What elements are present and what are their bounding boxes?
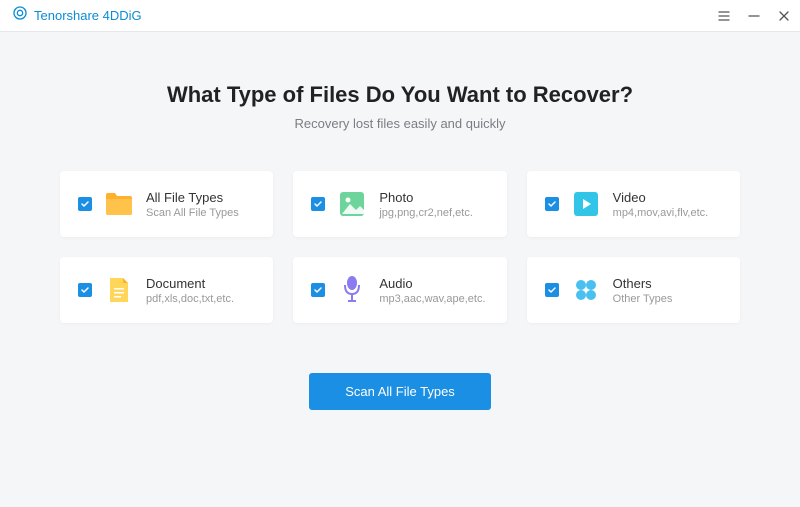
card-subtitle: Other Types <box>613 293 673 305</box>
card-title: All File Types <box>146 190 239 205</box>
card-subtitle: pdf,xls,doc,txt,etc. <box>146 293 234 305</box>
card-photo[interactable]: Photo jpg,png,cr2,nef,etc. <box>293 171 506 237</box>
titlebar: Tenorshare 4DDiG <box>0 0 800 32</box>
card-text: Photo jpg,png,cr2,nef,etc. <box>379 190 473 219</box>
card-title: Video <box>613 190 709 205</box>
card-text: All File Types Scan All File Types <box>146 190 239 219</box>
minimize-icon[interactable] <box>746 8 762 24</box>
card-text: Others Other Types <box>613 276 673 305</box>
page-title: What Type of Files Do You Want to Recove… <box>167 82 633 108</box>
card-subtitle: jpg,png,cr2,nef,etc. <box>379 207 473 219</box>
card-subtitle: Scan All File Types <box>146 207 239 219</box>
card-title: Photo <box>379 190 473 205</box>
card-title: Audio <box>379 276 485 291</box>
folder-icon <box>104 189 134 219</box>
card-title: Others <box>613 276 673 291</box>
card-document[interactable]: Document pdf,xls,doc,txt,etc. <box>60 257 273 323</box>
close-icon[interactable] <box>776 8 792 24</box>
app-name: Tenorshare 4DDiG <box>34 8 142 23</box>
main-content: What Type of Files Do You Want to Recove… <box>0 32 800 440</box>
checkbox-icon[interactable] <box>78 283 92 297</box>
file-type-grid: All File Types Scan All File Types Photo… <box>60 171 740 323</box>
brand-logo-icon <box>12 5 28 26</box>
card-subtitle: mp3,aac,wav,ape,etc. <box>379 293 485 305</box>
menu-icon[interactable] <box>716 8 732 24</box>
others-icon <box>571 275 601 305</box>
checkbox-icon[interactable] <box>545 197 559 211</box>
card-others[interactable]: Others Other Types <box>527 257 740 323</box>
scan-button[interactable]: Scan All File Types <box>309 373 491 410</box>
card-subtitle: mp4,mov,avi,flv,etc. <box>613 207 709 219</box>
card-text: Video mp4,mov,avi,flv,etc. <box>613 190 709 219</box>
card-all-file-types[interactable]: All File Types Scan All File Types <box>60 171 273 237</box>
card-video[interactable]: Video mp4,mov,avi,flv,etc. <box>527 171 740 237</box>
checkbox-icon[interactable] <box>311 197 325 211</box>
checkbox-icon[interactable] <box>545 283 559 297</box>
card-audio[interactable]: Audio mp3,aac,wav,ape,etc. <box>293 257 506 323</box>
checkbox-icon[interactable] <box>78 197 92 211</box>
document-icon <box>104 275 134 305</box>
card-text: Document pdf,xls,doc,txt,etc. <box>146 276 234 305</box>
brand: Tenorshare 4DDiG <box>12 5 142 26</box>
checkbox-icon[interactable] <box>311 283 325 297</box>
audio-icon <box>337 275 367 305</box>
card-text: Audio mp3,aac,wav,ape,etc. <box>379 276 485 305</box>
window-controls <box>716 8 792 24</box>
page-subtitle: Recovery lost files easily and quickly <box>295 116 506 131</box>
video-icon <box>571 189 601 219</box>
card-title: Document <box>146 276 234 291</box>
photo-icon <box>337 189 367 219</box>
